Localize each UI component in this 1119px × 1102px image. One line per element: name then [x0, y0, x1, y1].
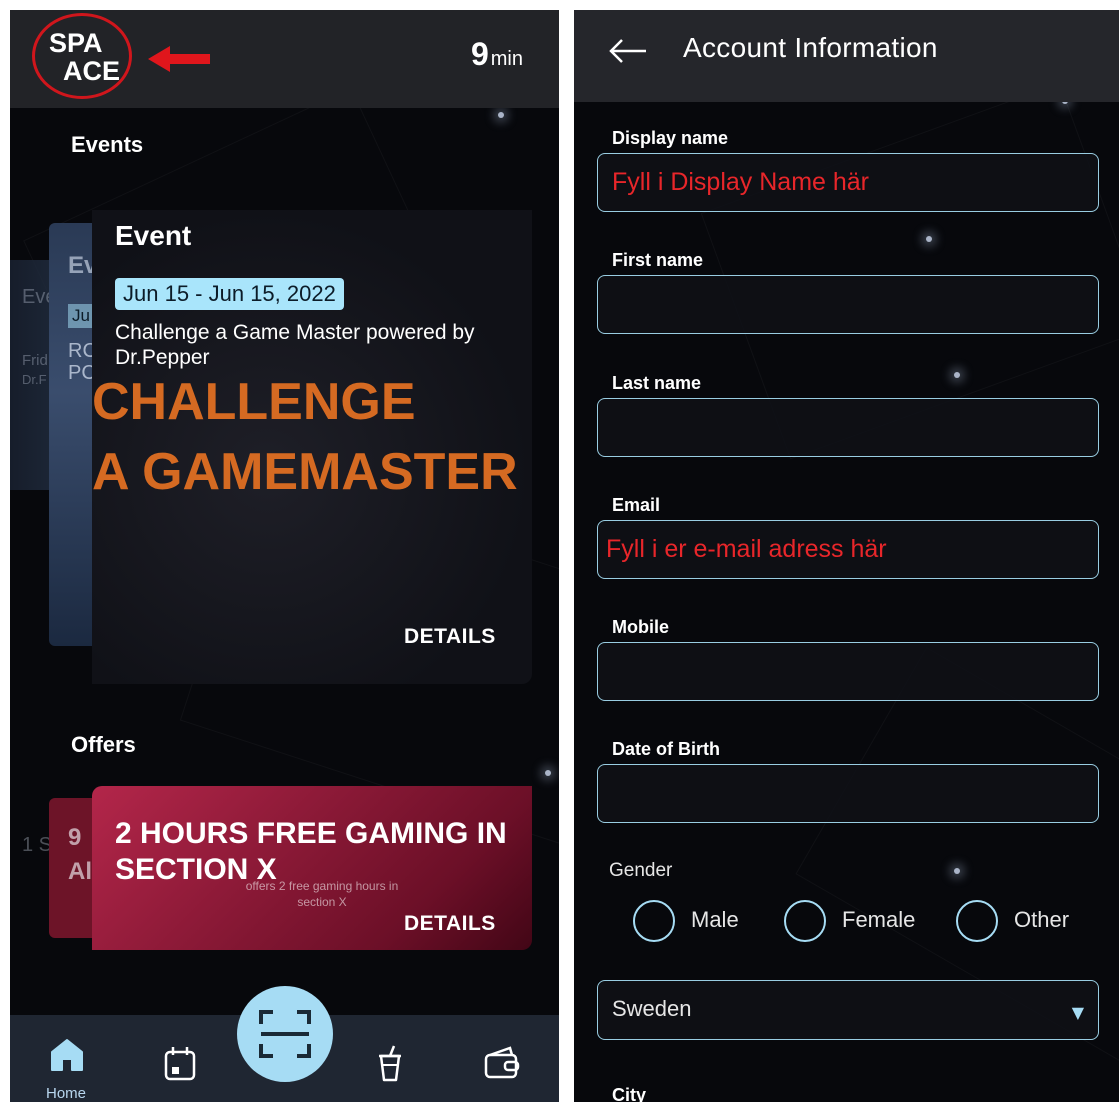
background-star — [498, 112, 504, 118]
last-name-field[interactable] — [597, 398, 1099, 457]
gender-other-label[interactable]: Other — [1014, 907, 1069, 933]
background-star — [545, 770, 551, 776]
city-label: City — [612, 1085, 647, 1102]
top-bar: SPA ACE 9 min — [10, 10, 559, 108]
gender-female-label[interactable]: Female — [842, 907, 915, 933]
email-field[interactable]: Fyll i er e-mail adress här — [597, 520, 1099, 579]
event-banner-line2: A GAMEMASTER — [92, 443, 518, 501]
event-card[interactable]: Event Jun 15 - Jun 15, 2022 Challenge a … — [92, 210, 532, 684]
first-name-label: First name — [612, 250, 704, 270]
country-select[interactable]: Sweden ▼ — [597, 980, 1099, 1040]
calendar-icon — [164, 1047, 196, 1081]
gender-female-radio[interactable] — [784, 900, 826, 942]
country-value: Sweden — [612, 996, 692, 1021]
timer-value: 9 — [470, 36, 489, 72]
red-arrow-annotation-icon — [148, 46, 210, 72]
event-description: Challenge a Game Master powered by Dr.Pe… — [115, 321, 475, 369]
page-title: Account Information — [683, 32, 938, 63]
ghost-text: 1 S — [22, 834, 53, 856]
event-details-button[interactable]: DETAILS — [404, 625, 496, 649]
nav-home[interactable] — [47, 1035, 87, 1075]
scan-icon — [259, 1010, 311, 1058]
mobile-field[interactable] — [597, 642, 1099, 701]
background-star — [926, 236, 932, 242]
email-label: Email — [612, 495, 661, 515]
display-name-label: Display name — [612, 128, 729, 148]
ghost-text: Dr.F — [22, 372, 47, 387]
scan-button[interactable] — [237, 986, 333, 1082]
home-icon — [51, 1039, 83, 1071]
ghost-text: Al — [68, 858, 92, 885]
gender-male-label[interactable]: Male — [691, 907, 739, 933]
ghost-text: Ju — [68, 304, 94, 328]
date-of-birth-label: Date of Birth — [612, 739, 720, 759]
background-star — [954, 868, 960, 874]
logo-line1: SPA — [49, 28, 103, 58]
event-date-badge: Jun 15 - Jun 15, 2022 — [115, 278, 344, 310]
display-name-field[interactable]: Fyll i Display Name här — [597, 153, 1099, 212]
dropdown-caret-icon: ▼ — [1071, 1003, 1084, 1022]
ghost-text: Frid — [22, 352, 48, 369]
last-name-label: Last name — [612, 373, 702, 393]
remaining-time: 9 min — [471, 36, 523, 73]
gender-male-radio[interactable] — [633, 900, 675, 942]
top-bar: Account Information — [574, 10, 1119, 102]
mobile-label: Mobile — [612, 617, 669, 637]
wallet-icon — [484, 1046, 520, 1079]
first-name-field[interactable] — [597, 275, 1099, 334]
gender-other-radio[interactable] — [956, 900, 998, 942]
nav-bookings[interactable] — [160, 1043, 200, 1083]
back-arrow-icon[interactable] — [608, 36, 648, 66]
events-heading: Events — [71, 132, 144, 157]
offer-subtitle: offers 2 free gaming hours in section X — [245, 879, 399, 909]
nav-wallet[interactable] — [482, 1043, 522, 1083]
date-of-birth-field[interactable] — [597, 764, 1099, 823]
background-star — [954, 372, 960, 378]
ghost-text: 9 — [68, 824, 82, 851]
offer-details-button[interactable]: DETAILS — [404, 912, 496, 936]
event-banner-line1: CHALLENGE — [92, 373, 416, 431]
nav-food-drinks[interactable] — [370, 1043, 410, 1083]
gender-label: Gender — [609, 860, 673, 881]
offer-card[interactable]: 2 HOURS FREE GAMING IN SECTION X offers … — [92, 786, 532, 950]
logo-line2: ACE — [63, 56, 121, 86]
timer-unit: min — [490, 48, 523, 70]
event-type-label: Event — [115, 220, 192, 251]
offers-heading: Offers — [71, 732, 136, 757]
account-information-screen: Account Information Display name Fyll i … — [574, 10, 1119, 1102]
nav-home-label: Home — [46, 1085, 87, 1102]
home-screen: SPA ACE 9 min Events Eve Frid Dr.F Ev Ju … — [10, 10, 559, 1102]
drink-icon — [379, 1045, 401, 1082]
space-logo[interactable]: SPA ACE — [32, 13, 132, 99]
